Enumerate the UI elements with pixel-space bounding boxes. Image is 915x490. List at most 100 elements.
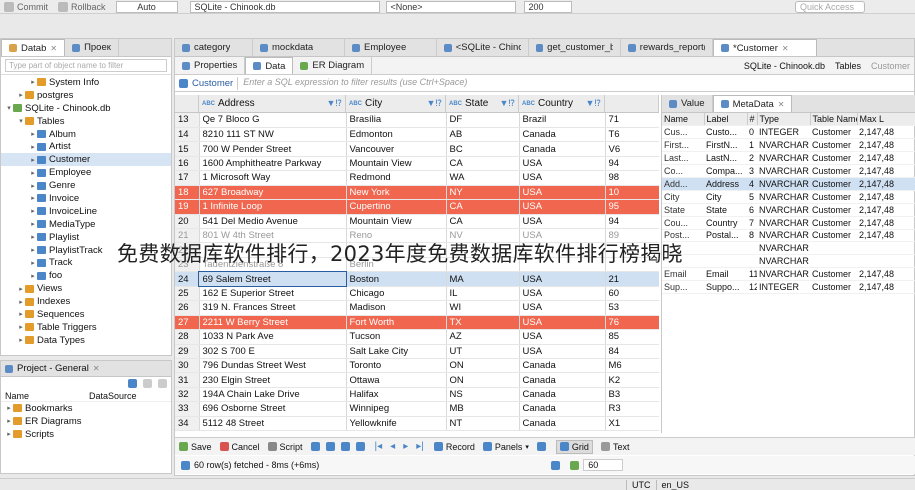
table-cell-country[interactable]: USA xyxy=(519,271,606,287)
metadata-row[interactable]: City City 5 NVARCHAR Customer 2,147,48 xyxy=(662,190,915,204)
metadata-row[interactable]: First... FirstN... 1 NVARCHAR Customer 2,147,… xyxy=(662,138,915,153)
table-cell-state[interactable]: CA xyxy=(446,199,520,215)
metadata-row[interactable]: Last... LastN... 2 NVARCHAR Customer 2,147,48 xyxy=(662,151,915,166)
table-row[interactable]: 32 194A Chain Lake Drive Halifax NS Canada B3 xyxy=(175,387,659,403)
table-cell-address[interactable]: 319 N. Frances Street xyxy=(199,300,347,316)
editor-tab[interactable]: <SQLite - Chino xyxy=(437,39,529,56)
transaction-mode-select[interactable]: Auto xyxy=(115,0,178,13)
expand-arrow-icon[interactable]: ▸ xyxy=(17,285,25,293)
table-cell-state[interactable]: NS xyxy=(446,387,520,403)
table-cell-city[interactable]: Madison xyxy=(346,300,447,316)
table-cell-extra[interactable]: 60 xyxy=(605,286,659,302)
table-cell-extra[interactable]: 85 xyxy=(605,329,659,345)
table-cell-country[interactable]: USA xyxy=(519,315,606,331)
column-header-address[interactable]: ABC Address ▼⁉ xyxy=(199,95,346,112)
expand-arrow-icon[interactable]: ▸ xyxy=(29,130,37,138)
first-page-icon[interactable]: |◂ xyxy=(375,441,383,452)
tree-item[interactable]: ▸ InvoiceLine xyxy=(1,205,171,218)
tab-value[interactable]: Value xyxy=(662,95,713,112)
table-cell-address[interactable]: 302 S 700 E xyxy=(199,344,347,359)
tree-item[interactable]: ▸ Views xyxy=(1,282,171,295)
table-cell-state[interactable]: AB xyxy=(446,127,520,143)
table-cell-city[interactable]: Salt Lake City xyxy=(346,344,447,359)
table-cell-extra[interactable]: 71 xyxy=(605,113,659,128)
table-cell-country[interactable]: Canada xyxy=(519,372,606,388)
script-button[interactable]: Script xyxy=(267,442,303,452)
editor-tab[interactable]: mockdata xyxy=(253,39,345,56)
metadata-row[interactable]: Post... Postal... 8 NVARCHAR Customer 2,147,4… xyxy=(662,229,915,243)
expand-arrow-icon[interactable]: ▸ xyxy=(17,336,25,344)
table-cell-address[interactable]: 627 Broadway xyxy=(199,185,347,201)
metadata-row[interactable]: Cus... Custo... 0 INTEGER Customer 2,147,48 xyxy=(662,125,915,140)
last-page-icon[interactable]: ▸| xyxy=(416,441,424,452)
metadata-row[interactable]: State State 6 NVARCHAR Customer 2,147,48 xyxy=(662,203,915,217)
table-cell-extra[interactable]: 53 xyxy=(605,300,659,316)
result-limit-input[interactable]: 200 xyxy=(523,0,572,13)
filter-icon[interactable]: ▼⁉ xyxy=(426,98,442,109)
metadata-row[interactable]: NVARCHAR xyxy=(662,254,915,269)
table-cell-city[interactable]: Ottawa xyxy=(346,372,447,388)
table-row[interactable]: 30 796 Dundas Street West Toronto ON Canada M… xyxy=(175,358,659,374)
table-cell-address[interactable]: 796 Dundas Street West xyxy=(199,358,347,374)
table-cell-address[interactable]: 194A Chain Lake Drive xyxy=(199,387,347,403)
table-row[interactable]: 20 541 Del Medio Avenue Mountain View CA USA… xyxy=(175,214,659,230)
tab-metadata[interactable]: MetaData ✕ xyxy=(712,95,793,112)
previous-icon[interactable]: ◂ xyxy=(390,441,395,452)
active-connection-label[interactable]: SQLite - Chinook.db xyxy=(744,61,825,71)
expand-arrow-icon[interactable]: ▸ xyxy=(29,156,37,164)
connection-select[interactable]: SQLite - Chinook.db xyxy=(189,0,380,13)
close-icon[interactable]: ✕ xyxy=(782,44,789,53)
expand-arrow-icon[interactable]: ▸ xyxy=(17,310,25,318)
expand-arrow-icon[interactable]: ▸ xyxy=(29,78,37,86)
expand-arrow-icon[interactable]: ▸ xyxy=(29,169,37,177)
table-cell-country[interactable]: USA xyxy=(519,344,606,359)
table-cell-extra[interactable]: M6 xyxy=(605,358,659,374)
metadata-row[interactable]: Sup...Suppo...12INTEGERCustomer2,147,48 xyxy=(662,280,915,294)
table-cell-address[interactable]: 696 Osborne Street xyxy=(199,401,347,417)
tree-item[interactable]: ▸ Genre xyxy=(1,179,171,192)
table-cell-state[interactable]: ON xyxy=(446,372,520,388)
collapse-arrow-icon[interactable]: ▾ xyxy=(17,117,25,125)
table-cell-extra[interactable]: X1 xyxy=(605,416,659,432)
table-cell-country[interactable]: Brazil xyxy=(519,113,606,128)
table-cell-extra[interactable]: 94 xyxy=(605,156,659,172)
table-cell-city[interactable]: Mountain View xyxy=(346,214,447,230)
table-cell-address[interactable]: 1 Infinite Loop xyxy=(199,199,347,215)
table-cell-state[interactable]: DF xyxy=(446,113,520,128)
table-cell-extra[interactable]: B3 xyxy=(605,387,659,403)
expand-arrow-icon[interactable]: ▸ xyxy=(29,182,37,190)
metadata-row[interactable]: EmailEmail11NVARCHARCustomer2,147,48 xyxy=(662,267,915,282)
metadata-column-header[interactable]: Type xyxy=(757,113,811,127)
expand-arrow-icon[interactable]: ▸ xyxy=(29,246,37,254)
table-row[interactable]: 31 230 Elgin Street Ottawa ON Canada K2 xyxy=(175,372,659,388)
table-row[interactable]: 13 Qe 7 Bloco G Brasília DF Brazil 71 xyxy=(175,113,659,128)
table-row[interactable]: 27 2211 W Berry Street Fort Worth TX USA 76 xyxy=(175,315,659,331)
tree-item[interactable]: ▾ Tables xyxy=(1,115,171,128)
tab-database-navigator[interactable]: Datab ✕ xyxy=(1,39,66,56)
gear-icon[interactable] xyxy=(536,442,546,451)
metadata-column-header[interactable]: # xyxy=(747,113,758,127)
commit-button[interactable]: Commit xyxy=(4,1,48,12)
table-cell-address[interactable]: 541 Del Medio Avenue xyxy=(199,214,347,230)
project-item-bookmarks[interactable]: ▸ Bookmarks xyxy=(1,402,171,415)
collapse-icon[interactable] xyxy=(143,379,152,388)
close-icon[interactable]: ✕ xyxy=(50,44,57,53)
table-cell-extra[interactable]: R3 xyxy=(605,401,659,417)
tree-item[interactable]: ▸ System Info xyxy=(1,76,171,89)
tree-item[interactable]: ▸ Invoice xyxy=(1,192,171,205)
metadata-row[interactable]: NVARCHAR xyxy=(662,241,915,256)
table-cell-country[interactable]: USA xyxy=(519,199,606,215)
tree-item[interactable]: ▸ Customer xyxy=(1,153,171,167)
table-cell-extra[interactable]: T6 xyxy=(605,127,659,143)
table-cell-city[interactable]: Fort Worth xyxy=(346,315,447,331)
metadata-row[interactable]: Co... Compa... 3 NVARCHAR Customer 2,147,48 xyxy=(662,164,915,178)
table-cell-address[interactable]: 1 Microsoft Way xyxy=(199,170,347,186)
table-cell-state[interactable]: WI xyxy=(446,300,520,316)
navigator-filter-input[interactable]: Type part of object name to filter xyxy=(5,59,167,72)
table-cell-city[interactable]: Mountain View xyxy=(346,156,447,172)
quick-access-input[interactable]: Quick Access xyxy=(795,0,865,13)
tree-item[interactable]: ▸ MediaType xyxy=(1,218,171,231)
editor-tab[interactable]: get_customer_ba xyxy=(529,39,621,56)
table-cell-address[interactable]: 69 Salem Street xyxy=(198,270,347,288)
expand-arrow-icon[interactable]: ▸ xyxy=(17,323,25,331)
